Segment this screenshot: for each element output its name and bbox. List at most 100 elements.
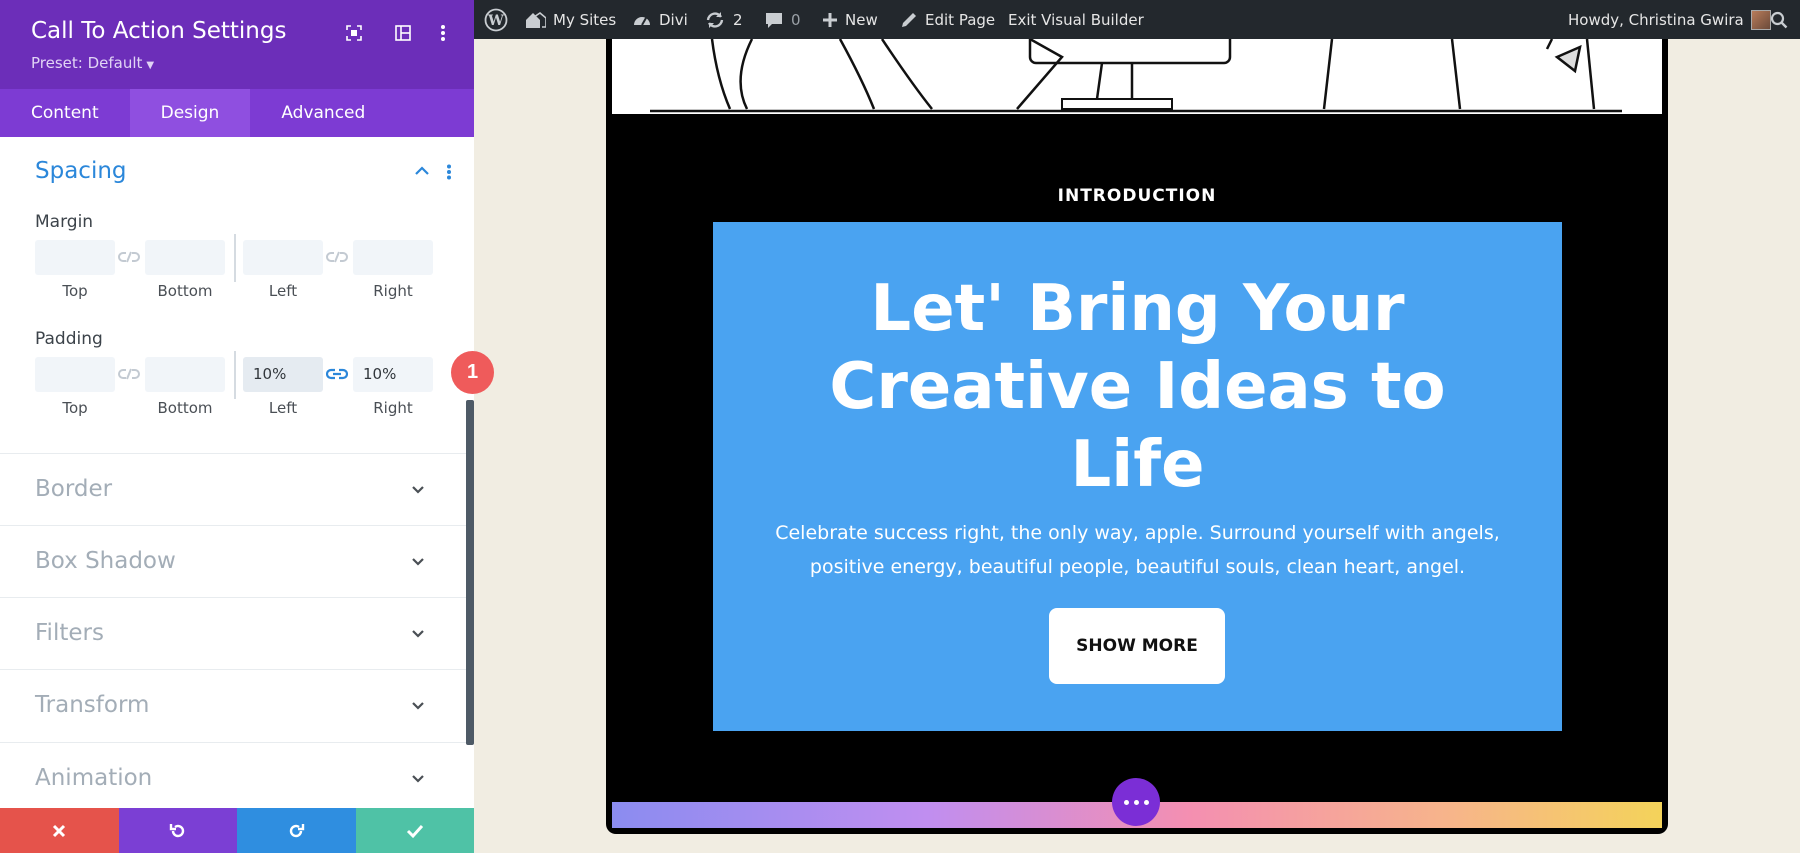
filters-section-title: Filters — [35, 620, 104, 646]
cta-heading-line: Life — [1070, 428, 1205, 502]
padding-bottom-label: Bottom — [157, 399, 213, 417]
margin-bottom-input[interactable] — [145, 240, 225, 275]
pencil-icon — [902, 12, 916, 27]
margin-left-input[interactable] — [243, 240, 323, 275]
discard-button[interactable] — [0, 808, 119, 853]
search-icon — [1770, 11, 1788, 28]
box-shadow-section-title: Box Shadow — [35, 548, 176, 574]
link-off-icon[interactable] — [118, 250, 140, 264]
dot-icon — [1143, 799, 1149, 805]
border-section-title: Border — [35, 476, 113, 502]
avatar — [1750, 9, 1771, 30]
comment-icon — [766, 12, 782, 28]
margin-bottom-label: Bottom — [157, 282, 213, 300]
close-icon — [53, 824, 66, 837]
animation-section[interactable]: Animation — [0, 742, 466, 814]
undo-button[interactable] — [118, 808, 237, 853]
layout-columns-icon[interactable] — [392, 22, 414, 44]
step-badge: 1 — [451, 351, 494, 394]
hero-illustration — [612, 39, 1662, 114]
panel-action-bar — [0, 808, 474, 853]
refresh-icon — [706, 11, 724, 28]
padding-left-input[interactable]: 10% — [243, 357, 323, 392]
transform-section-title: Transform — [35, 692, 150, 718]
spacing-section-title[interactable]: Spacing — [35, 158, 127, 184]
divi-menu[interactable]: Divi — [632, 0, 688, 39]
section-options-icon[interactable] — [446, 164, 452, 185]
my-sites-menu[interactable]: My Sites — [524, 0, 616, 39]
new-content-menu[interactable]: New — [822, 0, 878, 39]
undo-icon — [169, 823, 184, 837]
howdy-label: Howdy, Christina Gwira — [1568, 10, 1744, 29]
dot-icon — [1133, 799, 1139, 805]
admin-search[interactable] — [1770, 0, 1788, 39]
comments-menu[interactable]: 0 — [764, 0, 801, 39]
wordpress-icon: W — [484, 8, 508, 31]
padding-bottom-input[interactable] — [145, 357, 225, 392]
chevron-down-icon — [412, 630, 424, 638]
chevron-up-icon[interactable] — [414, 164, 430, 182]
panel-header: Call To Action Settings Preset: Default ▼ — [0, 0, 474, 89]
panel-scrollbar[interactable] — [466, 400, 474, 745]
cta-heading-line: Creative Ideas to — [829, 350, 1446, 424]
cta-body-text: Celebrate success right, the only way, a… — [773, 516, 1502, 584]
more-options-icon[interactable] — [432, 22, 454, 44]
save-button[interactable] — [355, 808, 474, 853]
filters-section[interactable]: Filters — [0, 597, 466, 669]
cta-heading-line: Let' Bring Your — [870, 272, 1405, 346]
padding-right-label: Right — [373, 399, 413, 417]
margin-top-input[interactable] — [35, 240, 115, 275]
my-sites-label: My Sites — [553, 10, 617, 29]
cta-body-line: Celebrate success right, the only way, a… — [775, 522, 1500, 544]
call-to-action-module[interactable]: Let' Bring Your Creative Ideas to Life C… — [713, 222, 1562, 731]
padding-top-label: Top — [62, 399, 88, 417]
link-off-icon[interactable] — [118, 367, 140, 381]
cta-heading: Let' Bring Your Creative Ideas to Life — [713, 270, 1562, 504]
box-shadow-section[interactable]: Box Shadow — [0, 525, 466, 597]
field-divider — [234, 234, 236, 282]
user-account-menu[interactable]: Howdy, Christina Gwira — [1568, 0, 1771, 39]
section-eyebrow: INTRODUCTION — [1057, 186, 1217, 206]
svg-text:W: W — [487, 13, 504, 29]
padding-right-input[interactable]: 10% — [353, 357, 433, 392]
dot-icon — [1123, 799, 1129, 805]
line-art-illustration — [650, 39, 1622, 113]
chevron-down-icon — [412, 486, 424, 494]
updates-count: 2 — [733, 10, 743, 29]
panel-title: Call To Action Settings — [31, 18, 287, 44]
chevron-down-icon — [412, 775, 424, 783]
link-off-icon[interactable] — [326, 250, 348, 264]
tab-design[interactable]: Design — [129, 89, 251, 137]
border-section[interactable]: Border — [0, 453, 466, 525]
updates-menu[interactable]: 2 — [704, 0, 743, 39]
padding-top-input[interactable] — [35, 357, 115, 392]
margin-right-input[interactable] — [353, 240, 433, 275]
redo-button[interactable] — [237, 808, 356, 853]
show-more-button[interactable]: SHOW MORE — [1049, 608, 1225, 684]
margin-label: Margin — [35, 212, 94, 232]
plus-icon — [823, 12, 837, 27]
chevron-down-icon — [412, 558, 424, 566]
preset-label: Preset: Default — [31, 54, 143, 72]
comments-count: 0 — [791, 10, 801, 29]
divi-label: Divi — [659, 10, 688, 29]
tab-content[interactable]: Content — [0, 89, 130, 137]
expand-icon[interactable] — [343, 22, 365, 44]
dashboard-gauge-icon — [634, 16, 650, 25]
wordpress-logo[interactable]: W — [484, 0, 508, 39]
caret-down-icon: ▼ — [146, 60, 155, 71]
module-settings-panel: Call To Action Settings Preset: Default ▼… — [0, 0, 474, 853]
edit-page-link[interactable]: Edit Page — [900, 0, 995, 39]
cta-body-line: positive energy, beautiful people, beaut… — [809, 556, 1466, 578]
tab-advanced[interactable]: Advanced — [250, 89, 396, 137]
margin-right-label: Right — [373, 282, 413, 300]
edit-page-label: Edit Page — [925, 10, 996, 29]
section-settings-button[interactable] — [1112, 778, 1160, 826]
preset-selector[interactable]: Preset: Default ▼ — [31, 54, 154, 72]
settings-tabs: Content Design Advanced — [0, 89, 474, 137]
home-icon — [526, 11, 546, 28]
new-label: New — [845, 10, 878, 29]
exit-visual-builder-link[interactable]: Exit Visual Builder — [1008, 0, 1144, 39]
transform-section[interactable]: Transform — [0, 669, 466, 741]
link-on-icon[interactable] — [325, 367, 349, 381]
